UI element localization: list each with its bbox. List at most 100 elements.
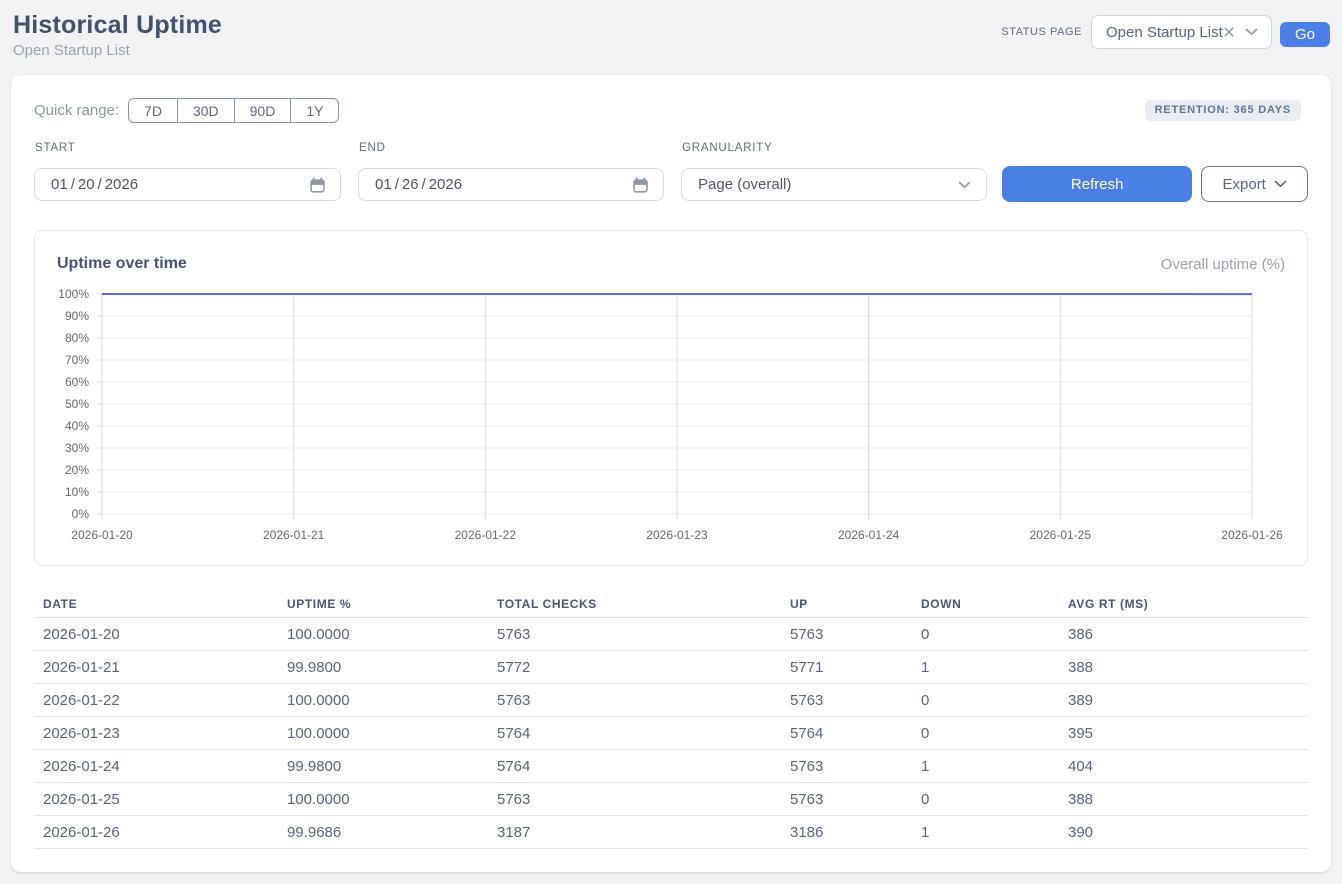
table-cell: 5763 — [781, 684, 912, 717]
column-header-down: DOWN — [912, 590, 1059, 618]
column-header-avg-rt-ms-: AVG RT (MS) — [1059, 590, 1308, 618]
retention-badge: RETENTION: 365 DAYS — [1145, 100, 1301, 121]
table-cell: 2026-01-22 — [34, 684, 278, 717]
page-title: Historical Uptime — [13, 12, 222, 38]
table-cell: 3187 — [488, 816, 781, 849]
end-label: END — [359, 142, 664, 154]
y-tick-label: 90% — [65, 309, 89, 323]
table-cell: 1 — [912, 816, 1059, 849]
table-cell: 5771 — [781, 651, 912, 684]
quick-range-group: 7D30D90D1Y — [128, 98, 339, 123]
table-cell: 100.0000 — [278, 783, 488, 816]
table-cell: 100.0000 — [278, 717, 488, 750]
table-cell: 5764 — [488, 717, 781, 750]
table-cell: 395 — [1059, 717, 1308, 750]
table-header-row: DATEUPTIME %TOTAL CHECKSUPDOWNAVG RT (MS… — [34, 590, 1308, 618]
chevron-down-icon — [1245, 28, 1258, 36]
table-head: DATEUPTIME %TOTAL CHECKSUPDOWNAVG RT (MS… — [34, 590, 1308, 618]
table-row: 2026-01-22100.0000576357630389 — [34, 684, 1308, 717]
end-date-input[interactable]: 01 / 26 / 2026 — [358, 168, 664, 201]
table-cell: 2026-01-21 — [34, 651, 278, 684]
table-cell: 390 — [1059, 816, 1308, 849]
column-header-up: UP — [781, 590, 912, 618]
refresh-button[interactable]: Refresh — [1002, 166, 1192, 202]
table-cell: 0 — [912, 684, 1059, 717]
x-tick-label: 2026-01-21 — [263, 528, 325, 542]
y-tick-label: 70% — [65, 353, 89, 367]
quick-range-7d[interactable]: 7D — [128, 98, 178, 123]
table-row: 2026-01-2499.9800576457631404 — [34, 750, 1308, 783]
status-page-select[interactable]: Open Startup List — [1091, 15, 1272, 49]
table-cell: 389 — [1059, 684, 1308, 717]
topbar-right: STATUS PAGE Open Startup List Go — [1001, 15, 1330, 49]
y-tick-label: 30% — [65, 441, 89, 455]
table-row: 2026-01-2699.9686318731861390 — [34, 816, 1308, 849]
table-cell: 5764 — [781, 717, 912, 750]
table-cell: 0 — [912, 783, 1059, 816]
table-cell: 388 — [1059, 651, 1308, 684]
table-cell: 99.9686 — [278, 816, 488, 849]
table-cell: 2026-01-23 — [34, 717, 278, 750]
uptime-chart-card: Uptime over time Overall uptime (%) 0%10… — [34, 230, 1308, 566]
table-cell: 1 — [912, 651, 1059, 684]
granularity-value: Page (overall) — [698, 176, 791, 193]
table-cell: 5763 — [781, 618, 912, 651]
quick-range-30d[interactable]: 30D — [178, 98, 235, 123]
y-tick-label: 0% — [72, 507, 90, 521]
table-cell: 0 — [912, 618, 1059, 651]
export-button[interactable]: Export — [1201, 166, 1308, 202]
table-cell: 100.0000 — [278, 618, 488, 651]
calendar-icon[interactable] — [310, 177, 325, 193]
filters-row: START 01 / 20 / 2026 END 01 / 26 / 2026 — [34, 142, 1308, 201]
daily-uptime-table: DATEUPTIME %TOTAL CHECKSUPDOWNAVG RT (MS… — [34, 590, 1308, 849]
column-header-uptime-: UPTIME % — [278, 590, 488, 618]
start-date-input[interactable]: 01 / 20 / 2026 — [34, 168, 341, 201]
x-tick-label: 2026-01-25 — [1030, 528, 1092, 542]
go-button[interactable]: Go — [1280, 22, 1330, 47]
y-tick-label: 80% — [65, 331, 89, 345]
y-tick-label: 20% — [65, 463, 89, 477]
uptime-line-chart: 0%10%20%30%40%50%60%70%80%90%100%2026-01… — [35, 231, 1307, 565]
column-header-date: DATE — [34, 590, 278, 618]
status-page-selected-value: Open Startup List — [1106, 24, 1223, 41]
page-subtitle: Open Startup List — [13, 42, 222, 59]
table-cell: 2026-01-26 — [34, 816, 278, 849]
y-tick-label: 40% — [65, 419, 89, 433]
table-cell: 388 — [1059, 783, 1308, 816]
x-tick-label: 2026-01-24 — [838, 528, 900, 542]
table-cell: 99.9800 — [278, 651, 488, 684]
y-tick-label: 60% — [65, 375, 89, 389]
table-cell: 386 — [1059, 618, 1308, 651]
table-cell: 5763 — [488, 684, 781, 717]
granularity-label: GRANULARITY — [682, 142, 987, 154]
table-cell: 5763 — [781, 750, 912, 783]
calendar-icon[interactable] — [633, 177, 648, 193]
start-label: START — [35, 142, 341, 154]
granularity-select[interactable]: Page (overall) — [681, 168, 987, 201]
clear-selection-icon[interactable] — [1223, 26, 1235, 38]
chevron-down-icon — [958, 181, 971, 189]
quick-range-90d[interactable]: 90D — [235, 98, 292, 123]
chevron-down-icon — [1274, 180, 1287, 188]
x-tick-label: 2026-01-23 — [646, 528, 708, 542]
start-date-value: 01 / 20 / 2026 — [51, 176, 138, 193]
table-cell: 2026-01-24 — [34, 750, 278, 783]
title-block: Historical Uptime Open Startup List — [13, 12, 222, 59]
table-cell: 2026-01-25 — [34, 783, 278, 816]
granularity-field: GRANULARITY Page (overall) — [681, 142, 987, 201]
table-cell: 3186 — [781, 816, 912, 849]
quick-range-row: Quick range: 7D30D90D1Y RETENTION: 365 D… — [34, 98, 1308, 123]
table-row: 2026-01-23100.0000576457640395 — [34, 717, 1308, 750]
y-tick-label: 50% — [65, 397, 89, 411]
quick-range-1y[interactable]: 1Y — [291, 98, 339, 123]
table-cell: 99.9800 — [278, 750, 488, 783]
table-row: 2026-01-25100.0000576357630388 — [34, 783, 1308, 816]
column-header-total-checks: TOTAL CHECKS — [488, 590, 781, 618]
table-cell: 5772 — [488, 651, 781, 684]
end-field: END 01 / 26 / 2026 — [358, 142, 664, 201]
table-cell: 5764 — [488, 750, 781, 783]
table-body: 2026-01-20100.00005763576303862026-01-21… — [34, 618, 1308, 849]
status-page-label: STATUS PAGE — [1001, 26, 1082, 38]
table-cell: 5763 — [781, 783, 912, 816]
table-cell: 5763 — [488, 618, 781, 651]
